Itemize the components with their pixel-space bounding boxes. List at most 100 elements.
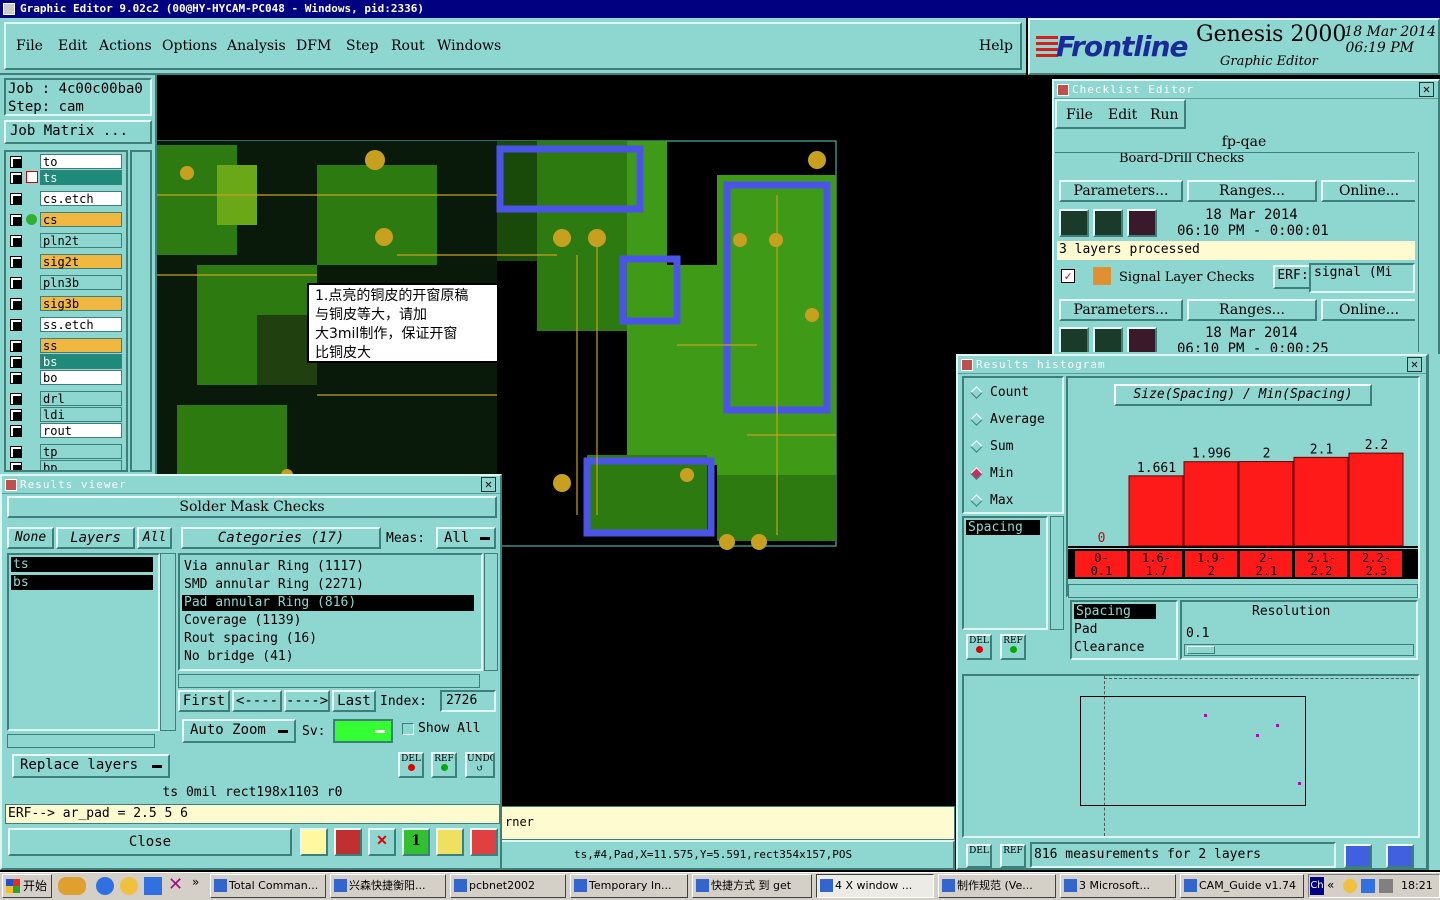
- taskbar-item[interactable]: 快捷方式 到 get: [692, 874, 812, 898]
- replace-layers-select[interactable]: Replace layers: [12, 754, 170, 778]
- run-check-icon[interactable]: [1059, 327, 1089, 352]
- measure-item-spacing[interactable]: Spacing: [966, 520, 1040, 535]
- taskbar-item[interactable]: 4 X window ...: [816, 874, 934, 898]
- layer-name[interactable]: pln2t: [40, 233, 122, 248]
- aggregate-option-max[interactable]: Max: [968, 492, 1013, 510]
- checklist-menu-run[interactable]: Run: [1150, 107, 1179, 123]
- layer-row-sig3b[interactable]: sig3b: [8, 296, 126, 311]
- quick-launch-more-icon[interactable]: »: [192, 875, 199, 889]
- ranges-button-1[interactable]: Ranges...: [1187, 180, 1317, 202]
- layer-row-to[interactable]: to: [8, 154, 126, 169]
- layer-checkbox[interactable]: [10, 172, 22, 184]
- meas-select[interactable]: All: [436, 527, 496, 549]
- layers-tab[interactable]: Layers: [56, 527, 135, 549]
- layer-row-rout[interactable]: rout: [8, 423, 126, 438]
- layer-checkbox[interactable]: [10, 425, 22, 437]
- layer-row-cs[interactable]: cs: [8, 212, 126, 227]
- category-item[interactable]: SMD annular Ring (2271): [182, 577, 474, 593]
- layer-name[interactable]: rout: [40, 423, 122, 438]
- layer-row-tp[interactable]: tp: [8, 444, 126, 459]
- report-tool-icon[interactable]: [334, 828, 362, 856]
- tray-expand-icon[interactable]: «: [1327, 878, 1334, 892]
- aggregate-option-sum[interactable]: Sum: [968, 438, 1013, 456]
- quick-launch-icon[interactable]: [144, 877, 162, 895]
- histogram-bar[interactable]: [1183, 461, 1239, 547]
- layer-name[interactable]: ss: [40, 338, 122, 353]
- notes-tool-icon[interactable]: [436, 828, 464, 856]
- category-item[interactable]: Via annular Ring (1117): [182, 559, 474, 575]
- quick-launch-icon[interactable]: [120, 877, 138, 895]
- category-item[interactable]: Pad annular Ring (816): [182, 595, 474, 611]
- layers-scrollbar[interactable]: [160, 553, 176, 731]
- auto-zoom-select[interactable]: Auto Zoom: [182, 719, 296, 743]
- menu-options[interactable]: Options: [162, 38, 217, 54]
- check-checkbox-2[interactable]: ✓: [1061, 269, 1075, 283]
- menu-dfm[interactable]: DFM: [296, 38, 331, 54]
- taskbar-item[interactable]: 兴森快捷衡阳...: [330, 874, 446, 898]
- layer-checkbox[interactable]: [10, 393, 22, 405]
- layer-row-sig2t[interactable]: sig2t: [8, 254, 126, 269]
- run-check-icon[interactable]: [1093, 209, 1123, 237]
- ranges-button-2[interactable]: Ranges...: [1187, 299, 1317, 321]
- layers-hscroll[interactable]: [7, 734, 155, 748]
- aggregate-option-average[interactable]: Average: [968, 411, 1045, 429]
- run-check-icon[interactable]: [1059, 209, 1089, 237]
- layer-item-bs[interactable]: bs: [11, 575, 153, 590]
- layer-name[interactable]: cs.etch: [40, 191, 122, 206]
- taskbar-item[interactable]: 制作规范 (Ve...: [938, 874, 1056, 898]
- layer-checkbox[interactable]: [10, 256, 22, 268]
- resolution-item-clearance[interactable]: Clearance: [1074, 640, 1144, 655]
- layer-checkbox[interactable]: [10, 193, 22, 205]
- none-button[interactable]: None: [7, 527, 54, 549]
- histogram-bar[interactable]: [1348, 452, 1404, 547]
- layer-checkbox[interactable]: [10, 319, 22, 331]
- histogram-preview[interactable]: [962, 674, 1420, 838]
- run-check-icon[interactable]: [1127, 327, 1157, 352]
- taskbar-item[interactable]: CAM_Guide v1.74: [1180, 874, 1304, 898]
- layer-item-ts[interactable]: ts: [11, 557, 153, 572]
- hist-del-button[interactable]: DEL: [966, 634, 992, 660]
- prev-button[interactable]: <----: [232, 690, 282, 712]
- online-button-1[interactable]: Online...: [1321, 180, 1415, 202]
- category-item[interactable]: Coverage (1139): [182, 613, 474, 629]
- taskbar-item[interactable]: Total Comman...: [210, 874, 326, 898]
- histogram-print-icon[interactable]: [1386, 844, 1414, 868]
- ref-button[interactable]: REF: [431, 752, 457, 778]
- layer-row-ss[interactable]: ss: [8, 338, 126, 353]
- next-button[interactable]: ---->: [284, 690, 330, 712]
- layer-name[interactable]: ts: [40, 170, 122, 185]
- numbered-tool-icon[interactable]: 1: [402, 828, 430, 856]
- resolution-slider-thumb[interactable]: [1187, 646, 1215, 654]
- checklist-close-icon[interactable]: ✕: [1419, 82, 1434, 97]
- layer-checkbox[interactable]: [10, 277, 22, 289]
- run-check-icon[interactable]: [1093, 327, 1123, 352]
- layer-checkbox[interactable]: [10, 214, 22, 226]
- parameters-button-2[interactable]: Parameters...: [1059, 299, 1183, 321]
- menu-windows[interactable]: Windows: [437, 38, 501, 54]
- run-check-icon[interactable]: [1127, 209, 1157, 237]
- layer-row-cs.etch[interactable]: cs.etch: [8, 191, 126, 206]
- layer-name[interactable]: bp: [40, 460, 122, 470]
- histogram-close-icon[interactable]: ✕: [1407, 357, 1422, 372]
- last-button[interactable]: Last: [332, 690, 376, 712]
- aggregate-option-count[interactable]: Count: [968, 384, 1029, 402]
- layer-checkbox[interactable]: [10, 462, 22, 470]
- layer-checkbox[interactable]: [10, 446, 22, 458]
- hist-ref-button-2[interactable]: REF: [1000, 844, 1026, 868]
- menu-analysis[interactable]: Analysis: [227, 38, 286, 54]
- resolution-item-spacing[interactable]: Spacing: [1074, 604, 1156, 619]
- layer-row-bp[interactable]: bp: [8, 460, 126, 470]
- checklist-scrollbar[interactable]: [1418, 152, 1436, 352]
- checklist-menu-edit[interactable]: Edit: [1108, 107, 1137, 123]
- menu-step[interactable]: Step: [346, 38, 378, 54]
- taskbar-item[interactable]: Temporary In...: [570, 874, 688, 898]
- layer-name[interactable]: bo: [40, 370, 122, 385]
- erf-button[interactable]: ERF:: [1273, 265, 1313, 289]
- layer-name[interactable]: pln3b: [40, 275, 122, 290]
- layer-row-bs[interactable]: bs: [8, 354, 126, 369]
- layer-name[interactable]: ldi: [40, 407, 122, 422]
- online-button-2[interactable]: Online...: [1321, 299, 1415, 321]
- right-edge-scroll[interactable]: [1428, 354, 1440, 870]
- layer-name[interactable]: sig2t: [40, 254, 122, 269]
- layer-name[interactable]: ss.etch: [40, 317, 122, 332]
